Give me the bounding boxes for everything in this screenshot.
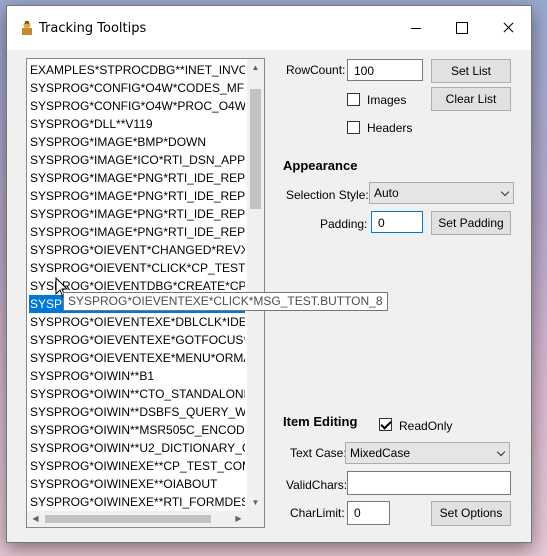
- set-padding-button[interactable]: Set Padding: [431, 211, 511, 235]
- char-limit-label: CharLimit:: [290, 506, 345, 520]
- chevron-down-icon: [500, 187, 510, 197]
- list-item[interactable]: SYSPROG*OIWIN**DSBFS_QUERY_WINDO: [29, 403, 245, 421]
- horizontal-scrollbar[interactable]: ◀ ▶: [27, 511, 247, 527]
- list-item[interactable]: SYSPROG*IMAGE*ICO*RTI_DSN_APPNOTE: [29, 151, 245, 169]
- clear-list-button[interactable]: Clear List: [431, 87, 511, 111]
- valid-chars-label: ValidChars:: [286, 478, 348, 492]
- maximize-button[interactable]: [439, 6, 485, 50]
- headers-checkbox[interactable]: [347, 121, 360, 134]
- list-item[interactable]: SYSPROG*OIEVENT*CLICK*CP_TEST_EDT.I: [29, 259, 245, 277]
- list-item[interactable]: SYSPROG*OIWIN**CTO_STANDALONE_FC: [29, 385, 245, 403]
- list-item[interactable]: SYSPROG*CONFIG*O4W*PROC_O4W_MC: [29, 97, 245, 115]
- vertical-scrollbar[interactable]: ▲ ▼: [247, 59, 264, 511]
- list-item[interactable]: SYSPROG*OIWINEXE**RTI_FORMDES_MD: [29, 493, 245, 511]
- rowcount-label: RowCount:: [286, 63, 346, 77]
- list-item[interactable]: SYSPROG*OIWINEXE**OIABOUT: [29, 475, 245, 493]
- list-item[interactable]: SYSPROG*OIWIN**MSR505C_ENCODER: [29, 421, 245, 439]
- list-item[interactable]: EXAMPLES*STPROCDBG**INET_INVOICE_: [29, 61, 245, 79]
- title-bar[interactable]: Tracking Tooltips: [7, 6, 531, 50]
- item-editing-heading: Item Editing: [283, 414, 358, 429]
- list-item[interactable]: SYSPROG*IMAGE*BMP*DOWN: [29, 133, 245, 151]
- images-checkbox[interactable]: [347, 93, 360, 106]
- headers-label: Headers: [367, 121, 413, 135]
- text-case-value: MixedCase: [350, 446, 411, 460]
- list-item[interactable]: SYSPROG*IMAGE*PNG*RTI_IDE_REPTYPE_: [29, 187, 245, 205]
- list-item[interactable]: SYSPROG*IMAGE*PNG*RTI_IDE_REPTYPE_: [29, 205, 245, 223]
- list-item[interactable]: SYSPROG*OIEVENTEXE*DBLCLK*IDE_1.FN: [29, 313, 245, 331]
- vertical-scroll-thumb[interactable]: [250, 89, 261, 209]
- list-item[interactable]: SYSPROG*IMAGE*PNG*RTI_IDE_REPTYPE_C: [29, 223, 245, 241]
- padding-label: Padding:: [320, 217, 368, 231]
- item-tooltip: SYSPROG*OIEVENTEXE*CLICK*MSG_TEST.BUTTON…: [63, 292, 388, 311]
- maximize-icon: [456, 22, 468, 34]
- text-case-dropdown[interactable]: MixedCase: [345, 442, 510, 464]
- scroll-right-icon[interactable]: ▶: [230, 511, 247, 527]
- scrollbar-corner: [247, 511, 264, 527]
- minimize-icon: [411, 28, 421, 29]
- selection-style-dropdown[interactable]: Auto: [369, 182, 514, 204]
- rowcount-input[interactable]: 100: [347, 59, 423, 81]
- list-item[interactable]: SYSPROG*CONFIG*O4W*CODES_MF: [29, 79, 245, 97]
- list-item[interactable]: SYSPROG*OIWIN**U2_DICTIONARY_CON: [29, 439, 245, 457]
- selection-style-label: Selection Style:: [286, 188, 369, 202]
- chevron-down-icon: [496, 447, 506, 457]
- app-icon: [22, 21, 32, 35]
- list-item[interactable]: SYSPROG*IMAGE*PNG*RTI_IDE_REPCLASS: [29, 169, 245, 187]
- minimize-button[interactable]: [393, 6, 439, 50]
- images-label: Images: [367, 93, 407, 107]
- list-item[interactable]: SYSPROG*OIEVENTEXE*MENU*ORMAIN.I: [29, 349, 245, 367]
- list-item[interactable]: SYSPROG*OIEVENTEXE*GOTFOCUS*RTI_: [29, 331, 245, 349]
- char-limit-input[interactable]: 0: [347, 501, 390, 525]
- list-item[interactable]: SYSPROG*OIWIN**B1: [29, 367, 245, 385]
- scroll-up-icon[interactable]: ▲: [247, 59, 264, 76]
- scroll-down-icon[interactable]: ▼: [247, 494, 264, 511]
- set-options-button[interactable]: Set Options: [431, 501, 511, 526]
- valid-chars-input[interactable]: [347, 471, 511, 495]
- selection-style-value: Auto: [374, 186, 399, 200]
- window-title: Tracking Tooltips: [39, 21, 147, 36]
- scroll-left-icon[interactable]: ◀: [27, 511, 44, 527]
- list-item[interactable]: SYSPROG*OIWINEXE**CP_TEST_COMPILE: [29, 457, 245, 475]
- set-list-button[interactable]: Set List: [431, 59, 511, 83]
- horizontal-scroll-thumb[interactable]: [45, 515, 211, 523]
- readonly-label: ReadOnly: [399, 419, 453, 433]
- list-item[interactable]: SYSPROG*DLL**V119: [29, 115, 245, 133]
- padding-input[interactable]: 0: [371, 211, 423, 233]
- list-item[interactable]: SYSPROG*OIEVENT*CHANGED*REVX_CO: [29, 241, 245, 259]
- readonly-checkbox[interactable]: [379, 418, 392, 431]
- main-window: Tracking Tooltips EXAMPLES*STPROCDBG**IN…: [6, 5, 532, 543]
- appearance-heading: Appearance: [283, 158, 358, 173]
- close-button[interactable]: [485, 6, 531, 50]
- text-case-label: Text Case:: [290, 446, 347, 460]
